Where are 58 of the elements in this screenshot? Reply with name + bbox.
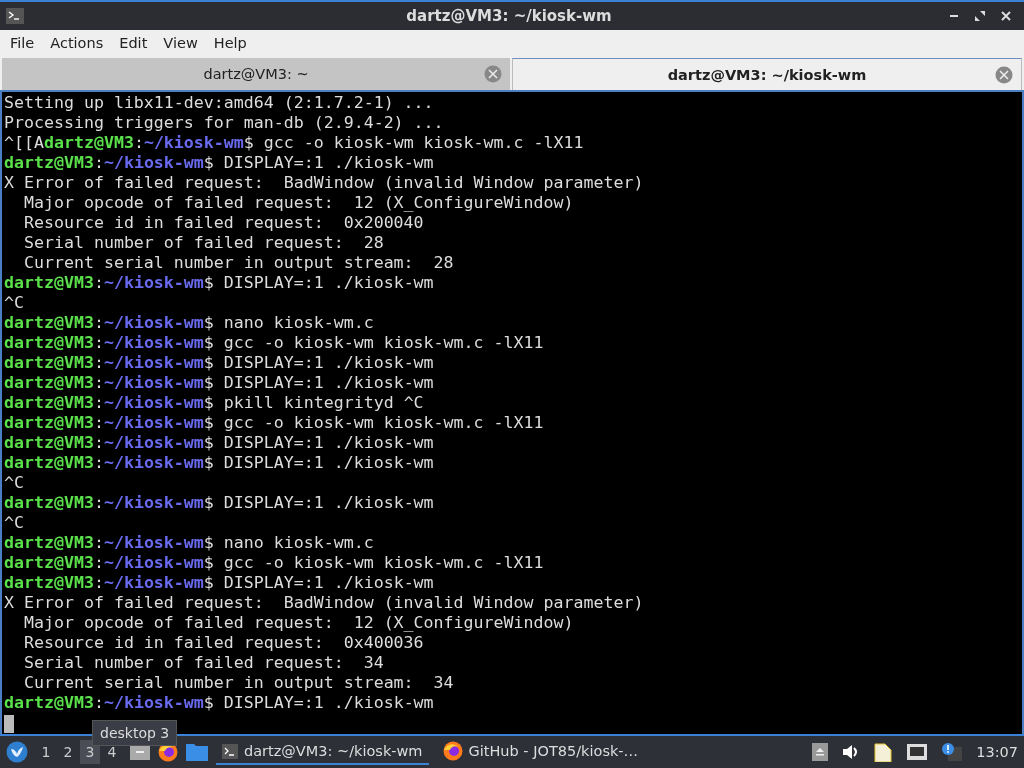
terminal-line: dartz@VM3:~/kiosk-wm$ DISPLAY=:1 ./kiosk-wm bbox=[4, 373, 434, 393]
menu-item[interactable]: Actions bbox=[42, 35, 112, 51]
clipboard-icon[interactable] bbox=[874, 742, 893, 762]
terminal-line: ^C bbox=[4, 513, 24, 533]
eject-icon[interactable] bbox=[812, 743, 829, 761]
desktop-button[interactable]: 2 bbox=[58, 740, 78, 764]
terminal-line: X Error of failed request: BadWindow (invalid Window parameter) bbox=[4, 173, 644, 193]
menu-item[interactable]: File bbox=[2, 35, 43, 51]
terminal-line: dartz@VM3:~/kiosk-wm$ gcc -o kiosk-wm kiosk-wm.c -lX11 bbox=[4, 553, 544, 573]
taskbar-task[interactable]: dartz@VM3: ~/kiosk-wm bbox=[216, 739, 429, 765]
desktop-button[interactable]: 1 bbox=[36, 740, 56, 764]
terminal-line: dartz@VM3:~/kiosk-wm$ DISPLAY=:1 ./kiosk-wm bbox=[4, 353, 434, 373]
terminal-line: dartz@VM3:~/kiosk-wm$ gcc -o kiosk-wm kiosk-wm.c -lX11 bbox=[4, 333, 544, 353]
terminal-line: dartz@VM3:~/kiosk-wm$ DISPLAY=:1 ./kiosk-wm bbox=[4, 693, 434, 713]
terminal-line: Setting up libx11-dev:amd64 (2:1.7.2-1) ... bbox=[4, 93, 434, 113]
close-icon[interactable] bbox=[1000, 10, 1012, 22]
text-cursor bbox=[4, 714, 14, 733]
terminal-line: ^C bbox=[4, 293, 24, 313]
window-title: dartz@VM3: ~/kiosk-wm bbox=[405, 7, 613, 25]
menu-item[interactable]: View bbox=[155, 35, 206, 51]
terminal-line: Processing triggers for man-db (2.9.4-2) ... bbox=[4, 113, 444, 133]
terminal-line: dartz@VM3:~/kiosk-wm$ pkill kintegrityd ^C bbox=[4, 393, 424, 413]
terminal-icon bbox=[6, 8, 24, 24]
taskbar-task[interactable]: GitHub - JOT85/kiosk-… bbox=[436, 737, 645, 767]
terminal-line: dartz@VM3:~/kiosk-wm$ DISPLAY=:1 ./kiosk-wm bbox=[4, 273, 434, 293]
terminal-line: dartz@VM3:~/kiosk-wm$ DISPLAY=:1 ./kiosk-wm bbox=[4, 573, 434, 593]
terminal-line: dartz@VM3:~/kiosk-wm$ nano kiosk-wm.c bbox=[4, 313, 374, 333]
network-icon[interactable] bbox=[906, 743, 929, 761]
terminal-line: Serial number of failed request: 34 bbox=[22, 653, 384, 673]
terminal-icon bbox=[222, 743, 238, 759]
menu-item[interactable]: Edit bbox=[111, 35, 156, 51]
terminal-line: X Error of failed request: BadWindow (invalid Window parameter) bbox=[4, 593, 644, 613]
terminal-line: Major opcode of failed request: 12 (X_ConfigureWindow) bbox=[22, 193, 574, 213]
terminal-line: dartz@VM3:~/kiosk-wm$ DISPLAY=:1 ./kiosk-wm bbox=[4, 153, 434, 173]
terminal-line: ^[[Adartz@VM3:~/kiosk-wm$ gcc -o kiosk-wm kiosk-wm.c -lX11 bbox=[4, 133, 584, 153]
start-menu-icon[interactable] bbox=[6, 741, 28, 763]
clock: 13:07 bbox=[976, 744, 1018, 760]
terminal-line: dartz@VM3:~/kiosk-wm$ DISPLAY=:1 ./kiosk-wm bbox=[4, 453, 434, 473]
terminal-line: Major opcode of failed request: 12 (X_ConfigureWindow) bbox=[22, 613, 574, 633]
desktop-button[interactable]: 3 bbox=[80, 740, 100, 764]
menu-item[interactable]: Help bbox=[205, 35, 255, 51]
terminal-line: ^C bbox=[4, 473, 24, 493]
folder-icon[interactable] bbox=[186, 743, 208, 761]
browser-icon bbox=[442, 741, 463, 761]
update-notification-icon[interactable] bbox=[942, 743, 963, 761]
terminal-line: Resource id in failed request: 0x200040 bbox=[22, 213, 424, 233]
terminal-line: dartz@VM3:~/kiosk-wm$ nano kiosk-wm.c bbox=[4, 533, 374, 553]
terminal-line: dartz@VM3:~/kiosk-wm$ gcc -o kiosk-wm kiosk-wm.c -lX11 bbox=[4, 413, 544, 433]
tab[interactable]: dartz@VM3: ~/kiosk-wm bbox=[512, 58, 1022, 90]
terminal-line: dartz@VM3:~/kiosk-wm$ DISPLAY=:1 ./kiosk-wm bbox=[4, 433, 434, 453]
tab[interactable]: dartz@VM3: ~ bbox=[2, 58, 510, 90]
terminal-line: dartz@VM3:~/kiosk-wm$ DISPLAY=:1 ./kiosk-wm bbox=[4, 493, 434, 513]
terminal-line: Serial number of failed request: 28 bbox=[22, 233, 384, 253]
terminal-line: Current serial number in output stream: 28 bbox=[22, 253, 454, 273]
terminal-line: Current serial number in output stream: 34 bbox=[22, 673, 454, 693]
tooltip: desktop 3 bbox=[92, 720, 178, 746]
terminal-line: Resource id in failed request: 0x400036 bbox=[22, 633, 424, 653]
maximize-icon[interactable] bbox=[974, 10, 986, 22]
